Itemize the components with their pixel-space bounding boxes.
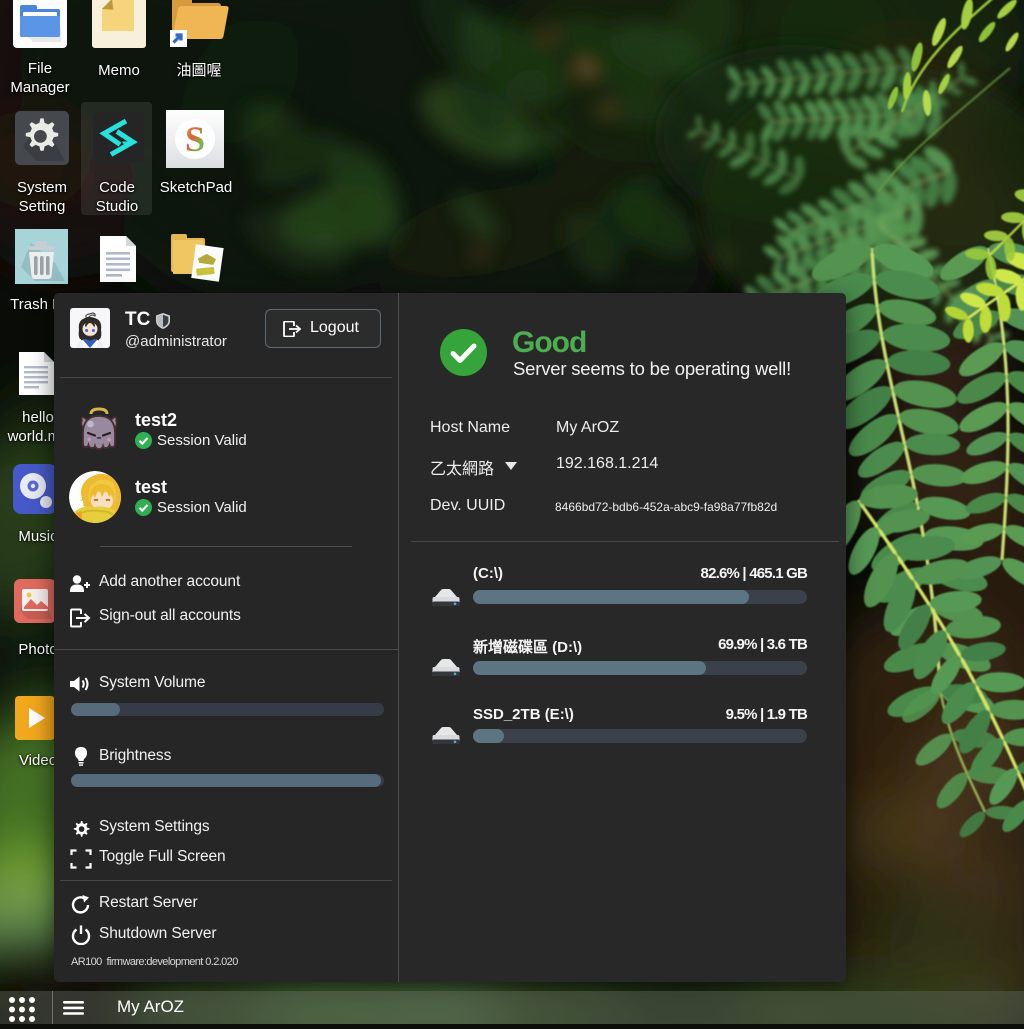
svg-text:S: S xyxy=(185,119,205,159)
